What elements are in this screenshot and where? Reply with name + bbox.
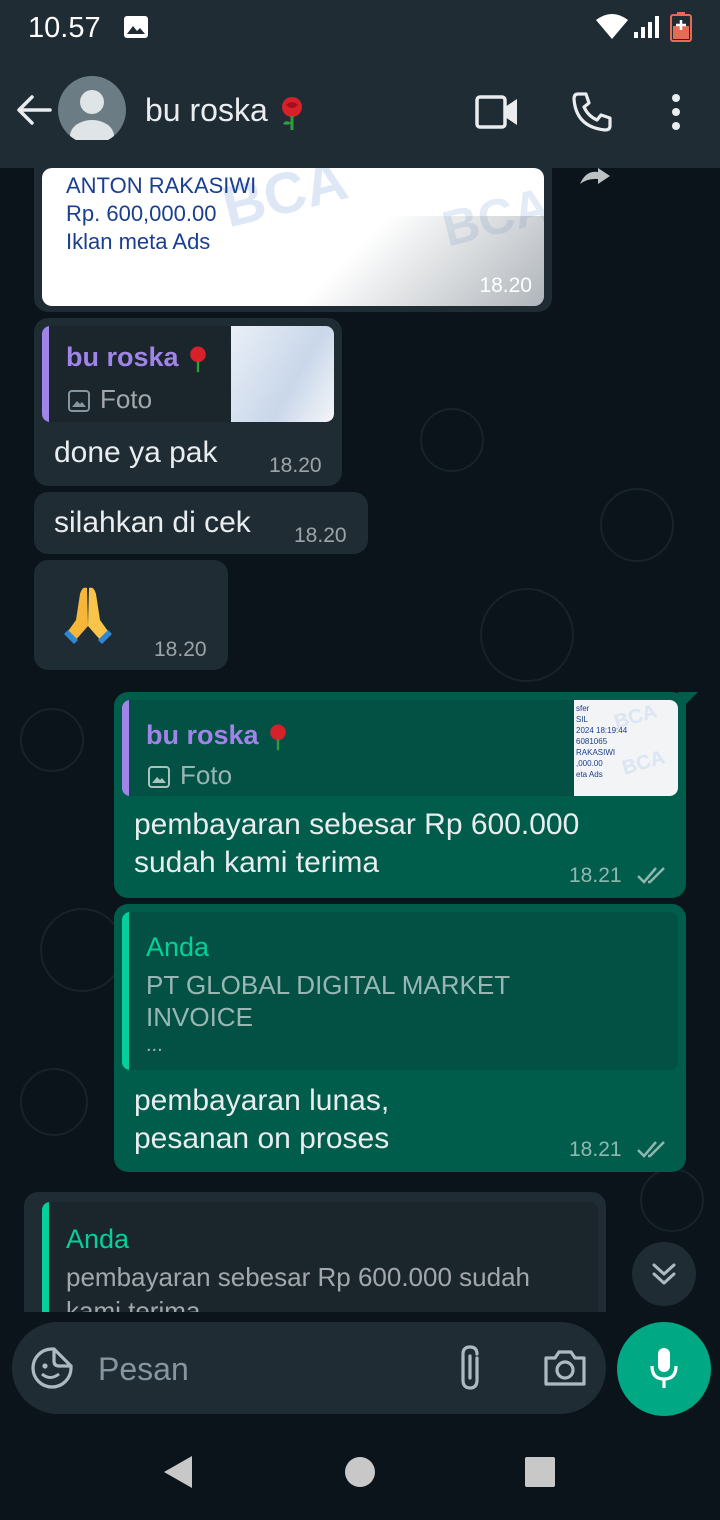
quoted-type: Foto [100,384,153,414]
attachment-paperclip-icon[interactable] [455,1344,489,1392]
folded-hands-emoji-icon [64,587,112,644]
receipt-amount: Rp. 600,000.00 [66,201,217,226]
quoted-message: Anda pembayaran sebesar Rp 600.000 sudah… [42,1202,598,1312]
quoted-text-line1: pembayaran sebesar Rp 600.000 sudah [66,1262,530,1292]
status-time: 10.57 [28,12,101,44]
message-time: 18.20 [269,454,322,477]
message-input[interactable] [96,1346,430,1392]
message-time: 18.21 [569,1138,622,1161]
incoming-message[interactable]: silahkan di cek 18.20 [34,492,368,554]
message-text-line2: sudah kami terima [134,846,380,879]
more-options-icon[interactable] [660,92,692,132]
contact-avatar[interactable] [58,76,126,144]
quoted-type: Foto [180,760,233,790]
receipt-text: ANTON RAKASIWI Rp. 600,000.00 Iklan meta… [66,172,256,256]
message-text: done ya pak [54,436,218,469]
outgoing-reply-message[interactable]: Anda PT GLOBAL DIGITAL MARKET INVOICE ..… [114,904,686,1172]
quoted-thumbnail: BCA BCA sfer SIL 2024 18:19:44 6081065 R… [574,700,678,796]
back-arrow-icon[interactable] [14,90,54,130]
photo-icon [68,390,90,412]
wifi-icon [596,14,628,39]
message-time: 18.20 [479,274,532,297]
signal-icon [634,16,659,38]
rose-emoji-icon [270,724,286,751]
microphone-icon [650,1348,678,1388]
double-check-read-icon [637,867,665,884]
incoming-reply-message[interactable]: bu roska Foto done ya pak 18.20 [34,318,342,486]
camera-icon[interactable] [542,1348,588,1388]
background-doodle [480,588,574,682]
quoted-sender: Anda [146,932,210,962]
rose-emoji-icon [190,346,206,373]
message-text-line2: pesanan on proses [134,1122,390,1155]
nav-home-icon[interactable] [344,1456,376,1488]
background-doodle [420,408,484,472]
image-notification-icon [124,16,148,38]
phone-call-icon[interactable] [570,90,614,134]
image-message[interactable]: BCA BCA ANTON RAKASIWI Rp. 600,000.00 Ik… [34,140,552,312]
nav-back-icon[interactable] [162,1454,194,1490]
nav-recents-icon[interactable] [524,1456,556,1488]
quoted-message[interactable]: Anda PT GLOBAL DIGITAL MARKET INVOICE ..… [122,912,678,1070]
receipt-image[interactable]: BCA BCA ANTON RAKASIWI Rp. 600,000.00 Ik… [42,168,544,306]
contact-name[interactable]: bu roska [145,92,307,131]
quoted-sender: Anda [66,1224,130,1254]
message-time: 18.20 [154,638,207,661]
message-text: silahkan di cek [54,506,251,539]
quoted-text-line3: ... [146,1034,163,1056]
thumbnail-receipt-text: sfer SIL 2024 18:19:44 6081065 RAKASIWI … [576,704,628,779]
incoming-emoji-message[interactable]: 18.20 [34,560,228,670]
outgoing-reply-message[interactable]: bu roska Foto BCA BCA sfer SIL 2024 18:1… [114,692,698,898]
message-text-line1: pembayaran sebesar Rp 600.000 [134,808,580,841]
quoted-sender: bu roska [66,342,210,373]
quoted-thumbnail [231,326,334,422]
double-chevron-down-icon [652,1263,676,1285]
voice-record-button[interactable] [617,1322,711,1416]
sticker-emoji-icon[interactable] [30,1346,74,1390]
default-avatar-icon [70,90,114,144]
background-doodle [20,708,84,772]
scroll-to-bottom-button[interactable] [632,1242,696,1306]
quoted-sender: bu roska [146,720,290,751]
battery-charging-icon [670,12,692,42]
receipt-name: ANTON RAKASIWI [66,173,257,198]
background-doodle [40,908,124,992]
background-doodle [600,488,674,562]
forward-icon[interactable] [576,168,616,186]
quoted-text-line1: PT GLOBAL DIGITAL MARKET [146,970,511,1000]
quoted-text-line2: INVOICE [146,1002,253,1032]
quoted-message[interactable]: bu roska Foto BCA BCA sfer SIL 2024 18:1… [122,700,678,796]
quoted-message[interactable]: bu roska Foto [42,326,334,422]
quoted-text-line2: kami terima [66,1296,201,1312]
receipt-note: Iklan meta Ads [66,229,211,254]
contact-name-text: bu roska [145,92,268,128]
rose-emoji-icon [281,96,302,130]
background-doodle [20,1068,88,1136]
message-time: 18.21 [569,864,622,887]
bubble-tail [678,692,698,708]
double-check-read-icon [637,1141,665,1158]
photo-icon [148,766,170,788]
message-time: 18.20 [294,524,347,547]
reply-preview-panel[interactable]: Anda pembayaran sebesar Rp 600.000 sudah… [24,1192,606,1312]
video-call-icon[interactable] [475,94,519,130]
message-text-line1: pembayaran lunas, [134,1084,390,1117]
background-doodle [640,1168,704,1232]
